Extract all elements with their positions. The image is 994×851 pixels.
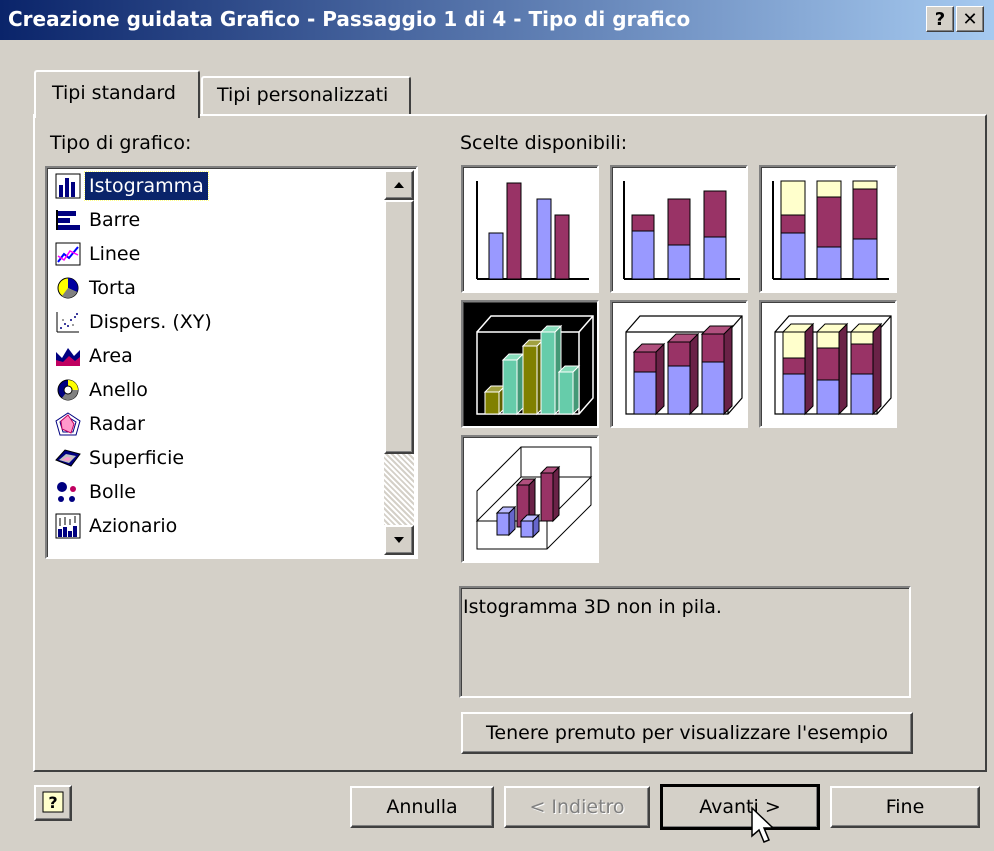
subtype-3d-100-stacked-column[interactable] bbox=[759, 300, 897, 428]
preview-button[interactable]: Tenere premuto per visualizzare l'esempi… bbox=[461, 712, 913, 754]
list-scrollbar[interactable] bbox=[384, 170, 414, 555]
mouse-cursor-icon bbox=[751, 806, 775, 843]
bar-chart-icon bbox=[51, 205, 85, 235]
list-item[interactable]: Anello bbox=[51, 374, 391, 406]
tab-custom-types[interactable]: Tipi personalizzati bbox=[201, 76, 411, 116]
description-text: Istogramma 3D non in pila. bbox=[463, 596, 722, 618]
title-bar[interactable]: Creazione guidata Grafico - Passaggio 1 … bbox=[0, 0, 994, 40]
list-item[interactable]: Bolle bbox=[51, 476, 391, 508]
list-item[interactable]: Azionario bbox=[51, 510, 391, 542]
bubble-chart-icon bbox=[51, 477, 85, 507]
description-box: Istogramma 3D non in pila. bbox=[459, 586, 911, 698]
list-item[interactable]: Barre bbox=[51, 204, 391, 236]
subtype-100-stacked-column[interactable] bbox=[759, 165, 897, 293]
help-icon: ? bbox=[42, 791, 64, 813]
subtype-stacked-column[interactable] bbox=[610, 165, 748, 293]
subtype-3d-stacked-column[interactable] bbox=[610, 300, 748, 428]
preview-button-label: Tenere premuto per visualizzare l'esempi… bbox=[486, 722, 888, 744]
subtype-clustered-column[interactable] bbox=[461, 165, 599, 293]
help-button[interactable]: ? bbox=[926, 6, 954, 32]
tab-label: Tipi personalizzati bbox=[217, 84, 389, 106]
back-button[interactable]: < Indietro bbox=[504, 786, 650, 828]
svg-text:?: ? bbox=[48, 793, 57, 812]
radar-chart-icon bbox=[51, 409, 85, 439]
finish-button[interactable]: Fine bbox=[830, 786, 980, 828]
subtype-3d-column[interactable] bbox=[461, 435, 599, 563]
list-item[interactable]: Istogramma bbox=[51, 170, 391, 202]
subtype-3d-clustered-column[interactable] bbox=[461, 300, 599, 428]
list-item[interactable]: Dispers. (XY) bbox=[51, 306, 391, 338]
cancel-label: Annulla bbox=[386, 796, 458, 818]
surface-chart-icon bbox=[51, 443, 85, 473]
subtype-label: Scelte disponibili: bbox=[460, 132, 628, 154]
doughnut-chart-icon bbox=[51, 375, 85, 405]
finish-label: Fine bbox=[885, 796, 925, 818]
arrow-down-icon bbox=[394, 537, 404, 543]
scatter-chart-icon bbox=[51, 307, 85, 337]
scroll-thumb[interactable] bbox=[384, 200, 414, 454]
cancel-button[interactable]: Annulla bbox=[350, 786, 494, 828]
window-title: Creazione guidata Grafico - Passaggio 1 … bbox=[8, 7, 691, 31]
back-label: < Indietro bbox=[529, 796, 625, 818]
line-chart-icon bbox=[51, 239, 85, 269]
list-item[interactable]: Area bbox=[51, 340, 391, 372]
area-chart-icon bbox=[51, 341, 85, 371]
tab-label: Tipi standard bbox=[52, 82, 176, 104]
tab-standard-types[interactable]: Tipi standard bbox=[34, 70, 200, 118]
chart-type-label: Tipo di grafico: bbox=[50, 132, 192, 154]
close-button[interactable]: ✕ bbox=[956, 6, 984, 32]
list-item[interactable]: Radar bbox=[51, 408, 391, 440]
arrow-up-icon bbox=[394, 182, 404, 188]
list-item[interactable]: Torta bbox=[51, 272, 391, 304]
scroll-down-button[interactable] bbox=[384, 525, 414, 555]
scroll-up-button[interactable] bbox=[384, 170, 414, 200]
next-button[interactable]: Avanti > bbox=[660, 784, 820, 830]
pie-chart-icon bbox=[51, 273, 85, 303]
chart-type-list[interactable]: Istogramma Barre Linee Torta Dispers. (X… bbox=[45, 166, 418, 559]
list-item[interactable]: Superficie bbox=[51, 442, 391, 474]
column-chart-icon bbox=[51, 171, 85, 201]
list-item[interactable]: Linee bbox=[51, 238, 391, 270]
stock-chart-icon bbox=[51, 511, 85, 541]
office-assistant-button[interactable]: ? bbox=[34, 785, 72, 821]
